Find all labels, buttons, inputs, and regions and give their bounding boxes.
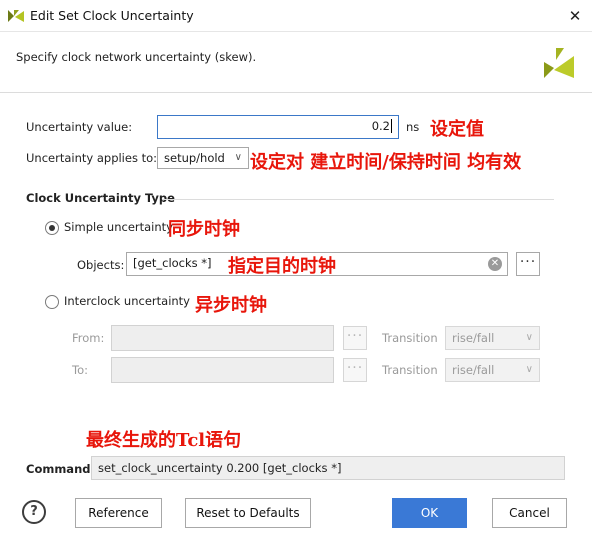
to-input[interactable] xyxy=(111,357,334,383)
chevron-down-icon: ∨ xyxy=(525,364,533,375)
command-text: set_clock_uncertainty 0.200 [get_clocks … xyxy=(98,461,342,475)
to-label: To: xyxy=(72,363,88,377)
to-transition-label: Transition xyxy=(382,363,438,377)
reset-to-defaults-button[interactable]: Reset to Defaults xyxy=(185,498,311,528)
annotation-target-clock: 指定目的时钟 xyxy=(228,256,336,277)
from-browse-button[interactable]: ··· xyxy=(343,326,367,350)
chevron-down-icon: ∨ xyxy=(525,332,533,343)
annotation-applies-to: 设定对 建立时间/保持时间 均有效 xyxy=(250,152,522,173)
uncertainty-value-input[interactable]: 0.2 xyxy=(157,115,399,139)
dialog-description: Specify clock network uncertainty (skew)… xyxy=(16,50,257,64)
simple-uncertainty-radio[interactable] xyxy=(45,221,59,235)
command-field[interactable]: set_clock_uncertainty 0.200 [get_clocks … xyxy=(91,456,565,480)
command-label: Command: xyxy=(26,462,96,476)
from-input[interactable] xyxy=(111,325,334,351)
help-icon: ? xyxy=(30,504,38,519)
applies-to-label: Uncertainty applies to: xyxy=(26,151,158,165)
uncertainty-unit-label: ns xyxy=(406,120,420,134)
applies-to-value: setup/hold xyxy=(164,151,225,165)
objects-browse-button[interactable]: ··· xyxy=(516,252,540,276)
interclock-uncertainty-radio[interactable] xyxy=(45,295,59,309)
chevron-down-icon: ∨ xyxy=(234,152,242,163)
clock-uncertainty-type-title: Clock Uncertainty Type xyxy=(26,191,175,205)
ok-button[interactable]: OK xyxy=(392,498,467,528)
cancel-button[interactable]: Cancel xyxy=(492,498,567,528)
to-transition-select[interactable]: rise/fall ∨ xyxy=(445,358,540,382)
radio-selected-dot xyxy=(49,225,55,231)
from-label: From: xyxy=(72,331,105,345)
annotation-set-value: 设定值 xyxy=(430,119,484,140)
help-button[interactable]: ? xyxy=(22,500,46,524)
annotation-final-tcl: 最终生成的Tcl语句 xyxy=(86,430,242,451)
objects-value: [get_clocks *] xyxy=(133,256,212,270)
title-bar: Edit Set Clock Uncertainty ✕ xyxy=(0,0,592,32)
close-button[interactable]: ✕ xyxy=(560,2,590,30)
from-transition-label: Transition xyxy=(382,331,438,345)
reference-button[interactable]: Reference xyxy=(75,498,162,528)
objects-label: Objects: xyxy=(77,258,125,272)
uncertainty-value-label: Uncertainty value: xyxy=(26,120,133,134)
clear-icon[interactable]: ✕ xyxy=(488,257,502,271)
vivado-logo-icon xyxy=(544,48,574,78)
window-title: Edit Set Clock Uncertainty xyxy=(30,8,194,23)
simple-uncertainty-label[interactable]: Simple uncertainty xyxy=(64,220,173,234)
section-separator xyxy=(162,199,554,200)
applies-to-select[interactable]: setup/hold ∨ xyxy=(157,147,249,169)
annotation-sync-clock: 同步时钟 xyxy=(168,219,240,240)
to-browse-button[interactable]: ··· xyxy=(343,358,367,382)
vivado-app-icon xyxy=(8,10,24,22)
uncertainty-value-text: 0.2 xyxy=(371,119,390,133)
header-separator xyxy=(0,92,592,93)
annotation-async-clock: 异步时钟 xyxy=(195,295,267,316)
from-transition-select[interactable]: rise/fall ∨ xyxy=(445,326,540,350)
interclock-uncertainty-label[interactable]: Interclock uncertainty xyxy=(64,294,190,308)
close-icon: ✕ xyxy=(568,7,582,25)
